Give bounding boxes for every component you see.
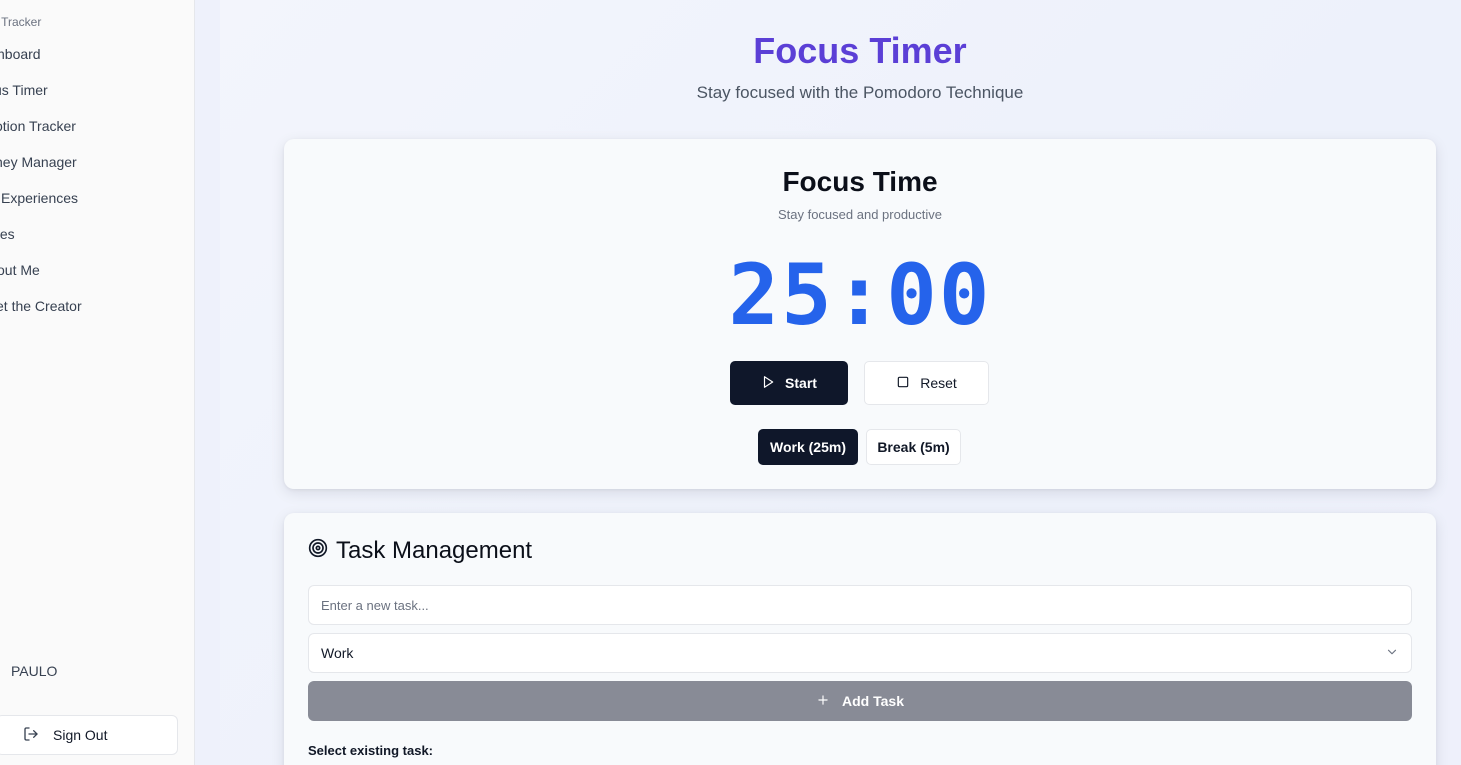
sidebar-item-about-me[interactable]: out Me [0, 262, 40, 278]
existing-task-label: Select existing task: [308, 743, 433, 758]
task-category-value: Work [321, 645, 354, 661]
timer-subtitle: Stay focused and productive [777, 207, 943, 222]
page-title: Focus Timer [753, 30, 967, 71]
add-task-button[interactable]: Add Task [308, 681, 1412, 721]
reset-label: Reset [920, 375, 957, 391]
reset-button[interactable]: Reset [864, 361, 989, 405]
sign-out-icon [23, 726, 39, 745]
new-task-input[interactable] [308, 585, 1412, 625]
timer-separator: : [833, 246, 887, 344]
mode-work-button[interactable]: Work (25m) [758, 429, 858, 465]
task-management-title: Task Management [336, 537, 533, 564]
sidebar-item-notes[interactable]: tes [0, 226, 15, 242]
sidebar-item-experiences[interactable]: Experiences [1, 190, 78, 206]
sidebar-item-emotion-tracker[interactable]: otion Tracker [0, 118, 76, 134]
start-label: Start [785, 375, 817, 391]
sign-out-button[interactable]: Sign Out [0, 715, 178, 755]
sidebar-item-focus-timer[interactable]: us Timer [0, 82, 48, 98]
chevron-down-icon [1385, 645, 1399, 662]
timer-card: Focus Time Stay focused and productive 2… [284, 139, 1436, 489]
timer-seconds: 00 [886, 246, 992, 344]
timer-display: 25:00 [284, 246, 1436, 344]
add-task-label: Add Task [842, 693, 904, 709]
timer-title: Focus Time [782, 166, 938, 197]
start-button[interactable]: Start [730, 361, 848, 405]
main-content: Focus Timer Stay focused with the Pomodo… [220, 0, 1461, 765]
sidebar-item-money-manager[interactable]: ney Manager [0, 154, 77, 170]
play-icon [761, 375, 775, 392]
sidebar-brand: rk Tracker [0, 15, 42, 29]
square-icon [896, 375, 910, 392]
task-category-select[interactable]: Work [308, 633, 1412, 673]
task-card: Task Management Work Add Task Select exi… [284, 513, 1436, 765]
task-management-heading: Task Management [308, 537, 532, 565]
timer-minutes: 25 [728, 246, 834, 344]
user-name: PAULO [11, 663, 58, 679]
sidebar-item-meet-the-creator[interactable]: et the Creator [0, 298, 82, 314]
plus-icon [816, 693, 830, 710]
page-subtitle: Stay focused with the Pomodoro Technique [696, 83, 1024, 102]
sidebar-item-dashboard[interactable]: shboard [0, 46, 41, 62]
target-icon [308, 537, 328, 565]
sidebar: rk Tracker shboard us Timer otion Tracke… [0, 0, 195, 765]
sign-out-label: Sign Out [53, 727, 108, 743]
mode-break-button[interactable]: Break (5m) [866, 429, 961, 465]
